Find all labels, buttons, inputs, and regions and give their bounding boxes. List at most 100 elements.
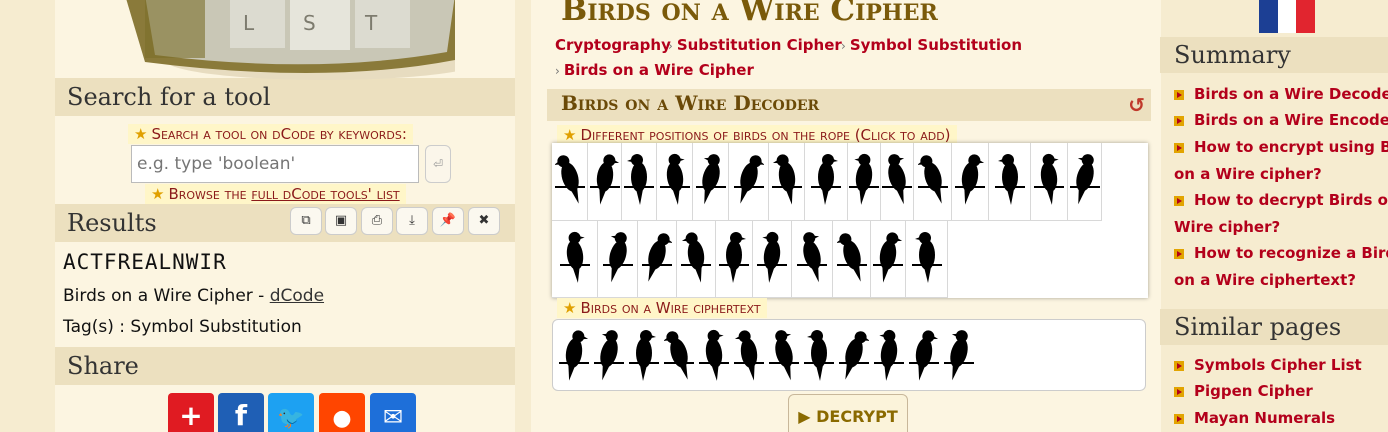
close-button[interactable]: ✖ (468, 207, 500, 235)
search-submit-button[interactable]: ⏎ (425, 145, 451, 183)
french-flag-icon[interactable] (1259, 0, 1315, 33)
summary-link-encrypt[interactable]: How to encrypt using Birds on a Wire cip… (1174, 134, 1388, 188)
similar-link-mayan[interactable]: Mayan Numerals (1174, 405, 1388, 432)
chevron-right-icon: › (841, 39, 846, 53)
search-heading: Search for a tool (55, 78, 515, 116)
ciphertext-bird (699, 323, 729, 389)
close-icon: ✖ (478, 213, 490, 228)
star-icon: ★ (151, 185, 165, 203)
bullet-icon (1174, 196, 1184, 206)
plus-icon: + (179, 399, 203, 432)
bird-position-option[interactable] (792, 221, 833, 298)
bird-position-option[interactable] (638, 221, 677, 298)
bird-position-option[interactable] (588, 143, 622, 221)
bullet-icon (1174, 249, 1184, 259)
bird-position-option[interactable] (914, 143, 952, 221)
bird-position-option[interactable] (881, 143, 914, 221)
bird-position-option[interactable] (622, 143, 657, 221)
summary-link-encoder[interactable]: Birds on a Wire Encoder (1174, 107, 1388, 134)
email-share-button[interactable]: ✉ (370, 393, 416, 432)
bird-position-option[interactable] (989, 143, 1031, 221)
svg-text:L: L (243, 11, 255, 35)
bird-position-option[interactable] (552, 143, 588, 221)
star-icon: ★ (134, 125, 148, 143)
bird-position-option[interactable] (769, 143, 805, 221)
decoder-header: Birds on a Wire Decoder ↺ (547, 89, 1151, 121)
reset-icon[interactable]: ↺ (1128, 93, 1145, 117)
bird-position-option[interactable] (716, 221, 753, 298)
star-icon: ★ (563, 126, 577, 144)
reddit-icon: ● (332, 406, 352, 431)
bird-position-option[interactable] (693, 143, 729, 221)
copy-button[interactable]: ⧉ (290, 207, 322, 235)
twitter-share-button[interactable]: 🐦 (268, 393, 314, 432)
star-icon: ★ (563, 299, 577, 317)
svg-text:S: S (303, 11, 316, 35)
download-button[interactable]: ⤓ (396, 207, 428, 235)
ciphertext-bird (559, 323, 589, 389)
print-button[interactable]: ⎙ (361, 207, 393, 235)
breadcrumb-birds[interactable]: › Birds on a Wire Cipher (555, 61, 754, 79)
download-icon: ⤓ (409, 213, 415, 228)
bird-position-option[interactable] (871, 221, 906, 298)
page-title: Birds on a Wire Cipher (561, 0, 938, 28)
ciphertext-label: ★ Birds on a Wire ciphertext (557, 298, 767, 318)
bird-position-option[interactable] (833, 221, 871, 298)
facebook-share-button[interactable]: f (218, 393, 264, 432)
ciphertext-bird (909, 323, 939, 389)
ciphertext-bird (629, 323, 659, 389)
summary-link-decrypt[interactable]: How to decrypt Birds on a Wire cipher? (1174, 187, 1388, 241)
ciphertext-bird (839, 323, 870, 389)
summary-link-recognize[interactable]: How to recognize a Birds on a Wire ciphe… (1174, 240, 1388, 294)
dcode-link[interactable]: dCode (270, 286, 324, 306)
copy-icon: ⧉ (301, 213, 311, 228)
bird-position-option[interactable] (729, 143, 769, 221)
twitter-icon: 🐦 (277, 406, 305, 431)
cryptex-logo: LST (55, 0, 455, 80)
pin-button[interactable]: 📌 (432, 207, 464, 235)
breadcrumb-symbol[interactable]: › Symbol Substitution (841, 36, 1022, 54)
ciphertext-bird (944, 323, 974, 389)
addthis-share-button[interactable]: + (168, 393, 214, 432)
bullet-icon (1174, 361, 1184, 371)
result-tags: Tag(s) : Symbol Substitution (63, 317, 302, 337)
browse-tools-link[interactable]: full dCode tools' list (251, 185, 399, 203)
similar-link-symbols[interactable]: Symbols Cipher List (1174, 352, 1388, 379)
reddit-share-button[interactable]: ● (319, 393, 365, 432)
decrypt-button[interactable]: ▶ DECRYPT (788, 394, 908, 432)
search-input[interactable] (131, 145, 419, 183)
bird-position-option[interactable] (906, 221, 948, 298)
similar-heading: Similar pages (1160, 309, 1388, 345)
bird-position-option[interactable] (598, 221, 638, 298)
ciphertext-bird (734, 323, 764, 389)
breadcrumb-substitution[interactable]: › Substitution Cipher (668, 36, 842, 54)
ciphertext-input[interactable] (552, 319, 1146, 391)
bird-position-option[interactable] (805, 143, 848, 221)
positions-label: ★ Different positions of birds on the rop… (557, 125, 957, 145)
facebook-icon: f (234, 399, 248, 432)
search-hint: ★ Search a tool on dCode by keywords: (128, 124, 413, 144)
summary-heading: Summary (1160, 37, 1388, 73)
bullet-icon (1174, 143, 1184, 153)
ciphertext-bird (874, 323, 904, 389)
chevron-right-icon: › (668, 39, 673, 53)
bird-position-option[interactable] (952, 143, 989, 221)
summary-link-decoder[interactable]: Birds on a Wire Decoder (1174, 81, 1388, 108)
bird-position-option[interactable] (753, 221, 792, 298)
bird-position-option[interactable] (677, 221, 716, 298)
bird-position-option[interactable] (1031, 143, 1068, 221)
save-button[interactable]: ▣ (325, 207, 357, 235)
breadcrumb-cryptography[interactable]: Cryptography (555, 36, 671, 54)
bird-position-option[interactable] (1068, 143, 1102, 221)
ciphertext-bird (594, 323, 624, 389)
bird-position-option[interactable] (552, 221, 598, 298)
bullet-icon (1174, 116, 1184, 126)
similar-link-pigpen[interactable]: Pigpen Cipher (1174, 378, 1388, 405)
bullet-icon (1174, 90, 1184, 100)
pin-icon: 📌 (439, 213, 457, 228)
result-value: ACTFREALNWIR (63, 250, 227, 274)
bird-position-option[interactable] (657, 143, 693, 221)
bird-positions-grid (552, 143, 1148, 298)
bird-position-option[interactable] (848, 143, 881, 221)
ciphertext-bird (804, 323, 834, 389)
